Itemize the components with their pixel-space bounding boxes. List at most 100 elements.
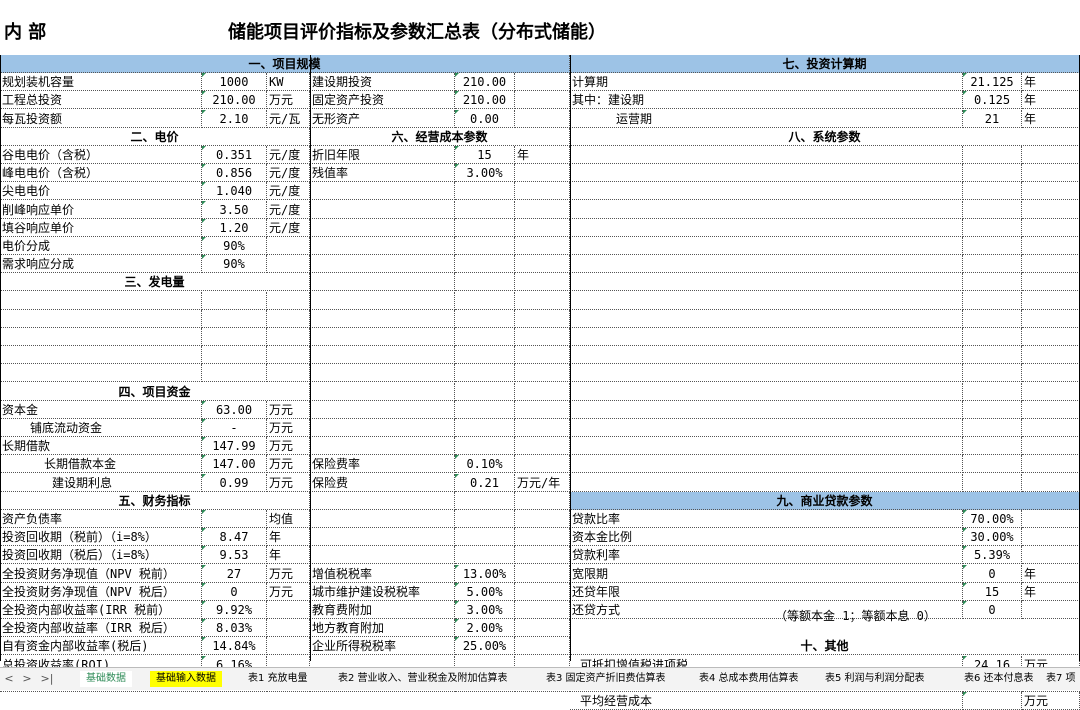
param-label[interactable]: 削峰响应单价	[0, 200, 202, 219]
param-unit[interactable]: 万元	[267, 437, 310, 456]
param-label[interactable]: 全投资内部收益率(IRR 税前）	[0, 601, 202, 619]
param-label[interactable]: 需求响应分成	[0, 255, 202, 274]
param-unit[interactable]: KW	[267, 73, 310, 92]
cell[interactable]	[570, 237, 963, 255]
param-value[interactable]: 90%	[202, 255, 267, 274]
param-label[interactable]: 规划装机容量	[0, 73, 202, 92]
param-value[interactable]: 1000	[202, 73, 267, 92]
param-value[interactable]: 14.84%	[202, 637, 267, 656]
param-unit[interactable]	[515, 637, 570, 656]
cell[interactable]	[202, 346, 267, 365]
cell[interactable]	[570, 437, 963, 456]
param-value[interactable]: 210.00	[202, 91, 267, 110]
cell[interactable]	[455, 291, 515, 310]
cell[interactable]	[455, 437, 515, 456]
param-label[interactable]: 峰电电价（含税）	[0, 164, 202, 183]
param-value[interactable]: 0	[963, 564, 1022, 583]
cell[interactable]	[455, 309, 515, 328]
cell[interactable]	[0, 291, 202, 310]
cell[interactable]	[202, 364, 267, 383]
cell[interactable]	[310, 437, 455, 456]
param-unit[interactable]	[267, 637, 310, 656]
cell[interactable]	[1022, 200, 1080, 219]
cell[interactable]	[455, 328, 515, 346]
param-unit[interactable]	[515, 109, 570, 128]
param-label[interactable]: 城市维护建设税税率	[310, 582, 455, 601]
cell[interactable]	[455, 273, 515, 292]
cell[interactable]	[267, 364, 310, 383]
param-unit[interactable]	[515, 564, 570, 583]
cell[interactable]	[1022, 346, 1080, 365]
cell[interactable]	[310, 400, 455, 419]
param-value[interactable]: -	[202, 419, 267, 437]
param-value[interactable]: 3.50	[202, 200, 267, 219]
param-unit[interactable]	[1022, 601, 1080, 619]
section-header[interactable]: 八、系统参数	[570, 127, 1080, 146]
param-unit[interactable]	[515, 164, 570, 183]
param-label[interactable]: 谷电电价（含税）	[0, 146, 202, 164]
param-value[interactable]: 3.00%	[455, 601, 515, 619]
cell[interactable]	[310, 491, 455, 510]
param-unit[interactable]	[515, 455, 570, 474]
cell[interactable]	[455, 491, 515, 510]
cell[interactable]	[963, 382, 1022, 401]
section-header[interactable]: 五、财务指标	[0, 491, 310, 510]
param-label[interactable]: 投资回收期（税前）（i=8%）	[0, 528, 202, 547]
cell[interactable]	[570, 200, 963, 219]
cell[interactable]	[963, 200, 1022, 219]
param-value[interactable]: 0.125	[963, 91, 1022, 110]
cell[interactable]	[455, 200, 515, 219]
param-value[interactable]: 5.00%	[455, 582, 515, 601]
param-unit[interactable]: 万元	[267, 400, 310, 419]
cell[interactable]	[515, 255, 570, 274]
cell[interactable]	[515, 491, 570, 510]
cell[interactable]	[515, 218, 570, 237]
param-unit[interactable]: 万元	[267, 582, 310, 601]
param-unit[interactable]: 元/度	[267, 218, 310, 237]
cell[interactable]	[310, 528, 455, 547]
param-label[interactable]: 每瓦投资额	[0, 109, 202, 128]
param-unit[interactable]	[267, 619, 310, 638]
param-value[interactable]: 15	[455, 146, 515, 164]
section-header[interactable]: 七、投资计算期	[570, 55, 1080, 73]
tab-table1[interactable]: 表1 充放电量	[242, 671, 314, 687]
param-label[interactable]: 还贷年限	[570, 582, 963, 601]
cell[interactable]	[515, 346, 570, 365]
param-unit[interactable]: 万元	[267, 473, 310, 492]
param-value[interactable]: 210.00	[455, 91, 515, 110]
cell[interactable]	[267, 328, 310, 346]
cell[interactable]	[310, 273, 455, 292]
last-sheet-button[interactable]: >|	[40, 671, 54, 687]
param-value[interactable]: 21	[963, 109, 1022, 128]
param-value[interactable]: 210.00	[455, 73, 515, 92]
param-unit[interactable]: 年	[1022, 582, 1080, 601]
section-header[interactable]: 十、其他	[570, 637, 1080, 656]
cell[interactable]	[455, 528, 515, 547]
param-label[interactable]: 计算期	[570, 73, 963, 92]
cell[interactable]	[963, 473, 1022, 492]
param-label[interactable]: 企业所得税税率	[310, 637, 455, 656]
param-label[interactable]: 教育费附加	[310, 601, 455, 619]
param-value[interactable]: 30.00%	[963, 528, 1022, 547]
param-unit[interactable]: 年	[1022, 109, 1080, 128]
param-unit[interactable]: 万元	[267, 91, 310, 110]
cell[interactable]	[310, 546, 455, 565]
cell[interactable]	[267, 309, 310, 328]
cell[interactable]	[570, 309, 963, 328]
param-value[interactable]: 2.10	[202, 109, 267, 128]
param-value[interactable]: 3.00%	[455, 164, 515, 183]
tab-table4[interactable]: 表4 总成本费用估算表	[693, 671, 805, 687]
param-value[interactable]: 0	[202, 582, 267, 601]
cell[interactable]	[455, 510, 515, 528]
cell[interactable]	[455, 346, 515, 365]
cell[interactable]	[515, 273, 570, 292]
cell[interactable]	[570, 346, 963, 365]
param-value[interactable]: 2.00%	[455, 619, 515, 638]
param-value[interactable]: 8.47	[202, 528, 267, 547]
cell[interactable]	[963, 419, 1022, 437]
param-label[interactable]: 工程总投资	[0, 91, 202, 110]
section-header[interactable]: 三、发电量	[0, 273, 310, 292]
param-value[interactable]: 21.125	[963, 73, 1022, 92]
param-label[interactable]: 固定资产投资	[310, 91, 455, 110]
cell[interactable]	[570, 291, 963, 310]
